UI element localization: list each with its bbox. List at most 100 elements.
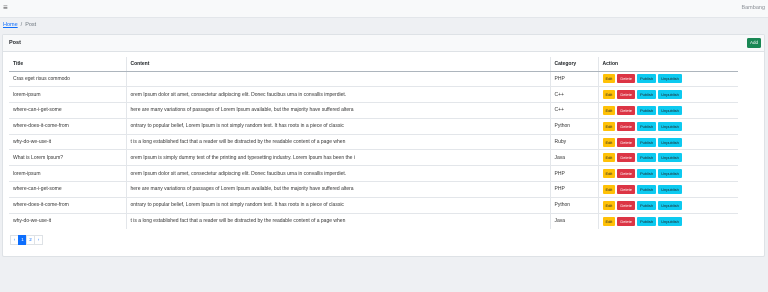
post-card: Post Add Title Content Category Action C… xyxy=(2,34,765,257)
table-row: where-can-i-get-some here are many variat… xyxy=(9,181,738,198)
user-name[interactable]: Bambang xyxy=(741,5,765,11)
delete-button[interactable]: Delete xyxy=(617,216,635,226)
row-title: What is Lorem Ipsum? xyxy=(9,149,127,166)
row-content: here are many variations of passages of … xyxy=(126,181,551,198)
publish-button[interactable]: Publish xyxy=(636,121,657,131)
table-body: Cras eget risus commodo PHP Edit Delete Publ… xyxy=(9,70,738,229)
pagination: ‹ 1 2 › xyxy=(10,235,43,245)
row-actions: Edit Delete Publish Unpublish xyxy=(598,165,738,182)
edit-button[interactable]: Edit xyxy=(602,216,616,226)
row-content: orem Ipsum dolor sit amet, consectetur a… xyxy=(126,86,551,103)
header-content: Content xyxy=(126,57,551,72)
row-title: where-can-i-get-some xyxy=(9,181,127,198)
row-category: Java xyxy=(550,212,599,229)
row-actions: Edit Delete Publish Unpublish xyxy=(598,181,738,198)
breadcrumb-home-link[interactable]: Home xyxy=(3,22,18,28)
table-row: What is Lorem Ipsum? orem Ipsum is simply… xyxy=(9,149,738,166)
breadcrumb-current: Post xyxy=(25,22,37,28)
header-title: Title xyxy=(9,57,127,72)
row-category: C++ xyxy=(550,86,599,103)
unpublish-button[interactable]: Unpublish xyxy=(658,153,682,163)
row-title: Cras eget risus commodo xyxy=(9,70,127,87)
edit-button[interactable]: Edit xyxy=(602,121,616,131)
edit-button[interactable]: Edit xyxy=(602,105,616,115)
unpublish-button[interactable]: Unpublish xyxy=(658,216,682,226)
row-actions: Edit Delete Publish Unpublish xyxy=(598,149,738,166)
publish-button[interactable]: Publish xyxy=(636,105,657,115)
delete-button[interactable]: Delete xyxy=(617,137,635,147)
row-content: orem Ipsum is simply dummy text of the p… xyxy=(126,149,551,166)
row-category: Python xyxy=(550,117,599,135)
delete-button[interactable]: Delete xyxy=(617,121,635,131)
delete-button[interactable]: Delete xyxy=(617,105,635,115)
edit-button[interactable]: Edit xyxy=(602,184,616,194)
row-title: lorem-ipsum xyxy=(9,86,127,103)
row-content: here are many variations of passages of … xyxy=(126,102,551,119)
unpublish-button[interactable]: Unpublish xyxy=(658,90,682,100)
row-title: where-can-i-get-some xyxy=(9,102,127,119)
row-content: orem Ipsum dolor sit amet, consectetur a… xyxy=(126,165,551,182)
delete-button[interactable]: Delete xyxy=(617,184,635,194)
row-actions: Edit Delete Publish Unpublish xyxy=(598,212,738,229)
row-content: ontrary to popular belief, Lorem Ipsum i… xyxy=(126,117,551,135)
publish-button[interactable]: Publish xyxy=(636,216,657,226)
table-row: why-do-we-use-it t is a long established … xyxy=(9,212,738,229)
row-category: C++ xyxy=(550,102,599,119)
unpublish-button[interactable]: Unpublish xyxy=(658,121,682,131)
publish-button[interactable]: Publish xyxy=(636,169,657,179)
edit-button[interactable]: Edit xyxy=(602,137,616,147)
unpublish-button[interactable]: Unpublish xyxy=(658,169,682,179)
publish-button[interactable]: Publish xyxy=(636,90,657,100)
row-category: Java xyxy=(550,149,599,166)
unpublish-button[interactable]: Unpublish xyxy=(658,74,682,84)
unpublish-button[interactable]: Unpublish xyxy=(658,105,682,115)
row-title: where-does-it-come-from xyxy=(9,196,127,214)
row-actions: Edit Delete Publish Unpublish xyxy=(598,70,738,87)
delete-button[interactable]: Delete xyxy=(617,169,635,179)
breadcrumb: Home / Post xyxy=(3,22,36,28)
card-header: Post Add xyxy=(3,35,764,52)
row-content: t is a long established fact that a read… xyxy=(126,212,551,229)
table-row: why-do-we-use-it t is a long established … xyxy=(9,133,738,150)
publish-button[interactable]: Publish xyxy=(636,200,657,210)
publish-button[interactable]: Publish xyxy=(636,137,657,147)
edit-button[interactable]: Edit xyxy=(602,90,616,100)
row-title: where-does-it-come-from xyxy=(9,117,127,135)
hamburger-icon[interactable]: ≡ xyxy=(3,3,8,13)
publish-button[interactable]: Publish xyxy=(636,74,657,84)
row-actions: Edit Delete Publish Unpublish xyxy=(598,102,738,119)
add-button[interactable]: Add xyxy=(747,38,761,48)
table-row: where-does-it-come-from ontrary to popula… xyxy=(9,196,738,214)
header-category: Category xyxy=(550,57,599,72)
row-category: PHP xyxy=(550,181,599,198)
edit-button[interactable]: Edit xyxy=(602,153,616,163)
row-category: PHP xyxy=(550,70,599,87)
unpublish-button[interactable]: Unpublish xyxy=(658,184,682,194)
pagination-next[interactable]: › xyxy=(34,235,43,245)
row-content: t is a long established fact that a read… xyxy=(126,133,551,150)
header-action: Action xyxy=(598,57,738,72)
row-actions: Edit Delete Publish Unpublish xyxy=(598,117,738,135)
table-row: lorem-ipsum orem Ipsum dolor sit amet, co… xyxy=(9,165,738,182)
table-row: Cras eget risus commodo PHP Edit Delete Publ… xyxy=(9,70,738,87)
delete-button[interactable]: Delete xyxy=(617,200,635,210)
delete-button[interactable]: Delete xyxy=(617,153,635,163)
row-title: why-do-we-use-it xyxy=(9,133,127,150)
card-title: Post xyxy=(9,40,21,46)
edit-button[interactable]: Edit xyxy=(602,169,616,179)
top-navbar: ≡ Bambang xyxy=(0,0,768,18)
unpublish-button[interactable]: Unpublish xyxy=(658,137,682,147)
delete-button[interactable]: Delete xyxy=(617,90,635,100)
unpublish-button[interactable]: Unpublish xyxy=(658,200,682,210)
table-row: where-can-i-get-some here are many variat… xyxy=(9,102,738,119)
table-row: where-does-it-come-from ontrary to popula… xyxy=(9,117,738,135)
row-category: PHP xyxy=(550,165,599,182)
publish-button[interactable]: Publish xyxy=(636,153,657,163)
edit-button[interactable]: Edit xyxy=(602,200,616,210)
edit-button[interactable]: Edit xyxy=(602,74,616,84)
delete-button[interactable]: Delete xyxy=(617,74,635,84)
table-header-row: Title Content Category Action xyxy=(9,57,738,72)
publish-button[interactable]: Publish xyxy=(636,184,657,194)
table-row: lorem-ipsum orem Ipsum dolor sit amet, co… xyxy=(9,86,738,103)
row-title: lorem-ipsum xyxy=(9,165,127,182)
